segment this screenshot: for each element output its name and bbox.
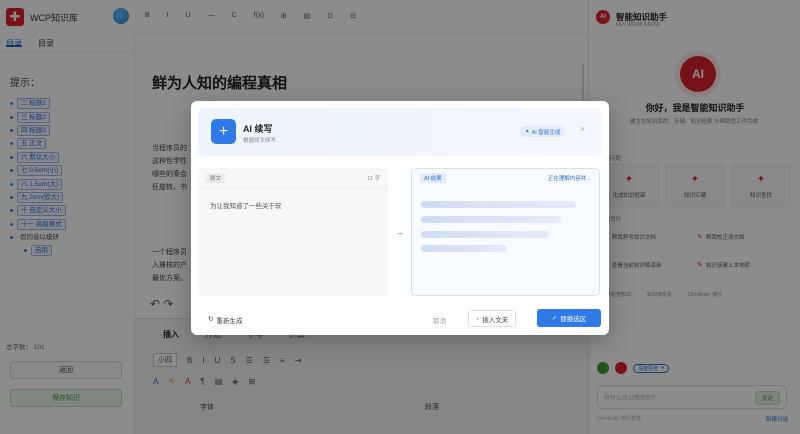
result-tag: AI 结果 [420,173,446,183]
result-panel-header: AI 结果 正在理解内容并... [412,169,599,187]
regenerate-label: 重新生成 [216,318,243,325]
generating-status: 正在理解内容并... [547,176,591,182]
dialog-subtitle: 根据原文续写 [243,138,277,144]
sparkle-icon: ✦ [525,128,530,135]
insert-label: 插入文末 [482,316,509,324]
char-count: 11 字 [367,175,380,182]
ai-result-panel: AI 结果 正在理解内容并... [411,168,600,296]
loading-skeleton-line [421,216,561,223]
regenerate-button[interactable]: ↻ 重新生成 [208,315,242,325]
source-panel-header: 原文 11 字 [198,168,388,188]
cancel-button[interactable]: 取消 [433,315,446,325]
insert-end-button[interactable]: ↓ 插入文末 [468,310,517,327]
ai-badge: ✦ AI 智能生成 [520,126,566,137]
plus-icon: + [211,119,236,144]
replace-label: 替换选区 [560,316,587,323]
close-icon[interactable]: × [580,124,585,134]
dialog-header: + AI 续写 根据原文续写 ✦ AI 智能生成 × [198,108,602,156]
source-tag: 原文 [206,172,226,183]
check-icon: ✓ [551,315,558,322]
arrow-down-icon: ↓ [476,315,480,322]
arrow-right-icon: → [395,227,404,237]
loading-skeleton-line [421,201,576,208]
source-text: 为让我知道了一些关于软 [210,203,282,210]
replace-selection-button[interactable]: ✓ 替换选区 [537,309,601,327]
ai-continue-dialog: + AI 续写 根据原文续写 ✦ AI 智能生成 × 原文 11 字 为让我知道了… [191,101,609,335]
loading-skeleton-line [421,231,549,238]
refresh-icon: ↻ [208,316,214,323]
source-text-panel: 原文 11 字 为让我知道了一些关于软 [198,168,388,296]
dialog-footer: ↻ 重新生成 取消 ↓ 插入文末 ✓ 替换选区 [191,308,609,335]
loading-skeleton-line [421,245,507,252]
ai-badge-label: AI 智能生成 [531,129,561,136]
dialog-title: AI 续写 [243,124,273,134]
